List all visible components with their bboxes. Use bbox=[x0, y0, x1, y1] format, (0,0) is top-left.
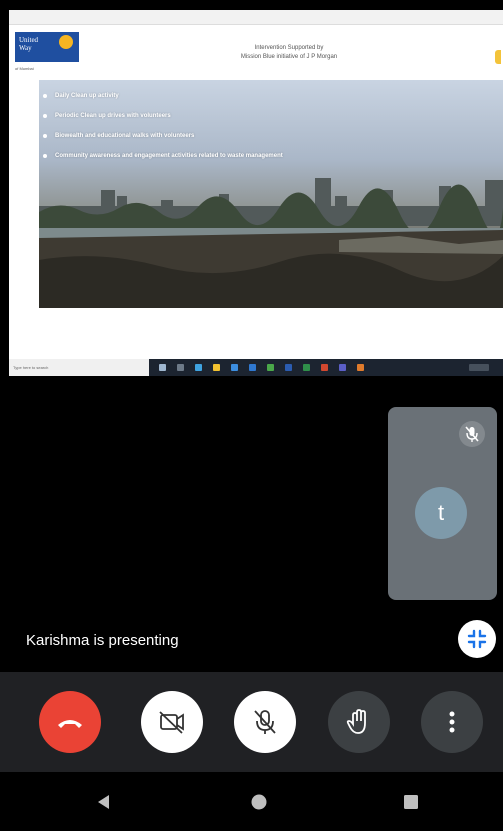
end-call-button[interactable] bbox=[39, 691, 101, 753]
edge-tab-icon bbox=[495, 50, 501, 64]
document-title-bar bbox=[9, 10, 503, 25]
android-navigation-bar bbox=[0, 772, 503, 831]
exit-fullscreen-icon bbox=[467, 629, 487, 649]
bullet-item: Community awareness and engagement activ… bbox=[43, 152, 283, 160]
slide-title: Intervention Supported by Mission Blue i… bbox=[189, 44, 389, 62]
logo-sun-icon bbox=[59, 35, 73, 49]
bullet-item: Periodic Clean up drives with volunteers bbox=[43, 112, 283, 120]
teams-icon bbox=[339, 364, 346, 371]
nav-home-button[interactable] bbox=[249, 792, 269, 812]
word-icon bbox=[285, 364, 292, 371]
slide-title-line1: Intervention Supported by bbox=[254, 45, 324, 51]
end-call-icon bbox=[58, 720, 82, 728]
chrome-icon bbox=[267, 364, 274, 371]
mic-off-icon bbox=[254, 710, 276, 734]
presenting-label: Karishma is presenting bbox=[26, 632, 179, 649]
windows-start-icon bbox=[159, 364, 166, 371]
logo-subtitle: of Mumbai bbox=[15, 66, 34, 71]
more-options-button[interactable] bbox=[421, 691, 483, 753]
excel-icon bbox=[303, 364, 310, 371]
taskbar-search: Type here to search bbox=[9, 359, 149, 376]
nav-recents-button[interactable] bbox=[401, 792, 421, 812]
camera-off-icon bbox=[159, 711, 184, 734]
microphone-toggle-button[interactable] bbox=[234, 691, 296, 753]
participant-tile[interactable]: t bbox=[388, 407, 497, 600]
bullet-item: Biowealth and educational walks with vol… bbox=[43, 132, 283, 140]
store-icon bbox=[231, 364, 238, 371]
mail-icon bbox=[249, 364, 256, 371]
back-triangle-icon bbox=[98, 795, 109, 809]
task-view-icon bbox=[177, 364, 184, 371]
raise-hand-icon bbox=[346, 709, 366, 734]
system-tray-icon bbox=[469, 364, 489, 371]
united-way-logo: United Way bbox=[15, 32, 79, 62]
windows-taskbar: Type here to search bbox=[9, 359, 503, 376]
file-explorer-icon bbox=[213, 364, 220, 371]
slide-title-line2: Mission Blue initiative of J P Morgan bbox=[240, 54, 338, 60]
shared-screen: United Way of Mumbai Intervention Suppor… bbox=[9, 10, 503, 376]
recents-square-icon bbox=[404, 795, 418, 809]
bullet-item: Daily Clean up activity bbox=[43, 92, 283, 100]
mic-off-icon bbox=[459, 421, 485, 447]
powerpoint-icon bbox=[321, 364, 328, 371]
camera-toggle-button[interactable] bbox=[141, 691, 203, 753]
raise-hand-button[interactable] bbox=[328, 691, 390, 753]
more-vertical-icon bbox=[449, 711, 455, 733]
nav-back-button[interactable] bbox=[94, 792, 114, 812]
edge-browser-icon bbox=[195, 364, 202, 371]
fullscreen-button[interactable] bbox=[458, 620, 496, 658]
call-controls-bar bbox=[0, 672, 503, 772]
slide-bullet-list: Daily Clean up activity Periodic Clean u… bbox=[43, 92, 283, 172]
participant-avatar: t bbox=[415, 487, 467, 539]
home-circle-icon bbox=[251, 794, 267, 810]
app-icon bbox=[357, 364, 364, 371]
